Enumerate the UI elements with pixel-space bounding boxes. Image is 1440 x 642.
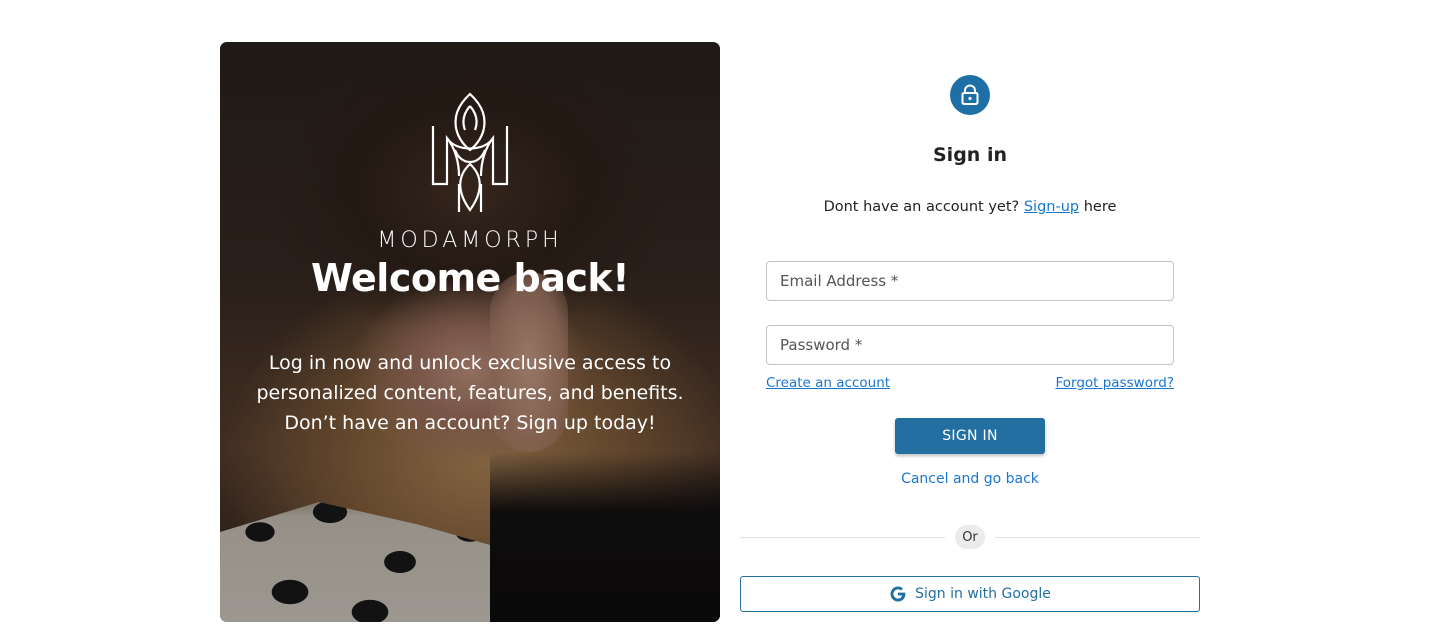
hero-panel: MODAMORPH Welcome back! Log in now and u…: [220, 42, 720, 622]
modamorph-logo-icon: [431, 92, 509, 212]
form-title: Sign in: [933, 144, 1007, 166]
signup-link[interactable]: Sign-up: [1024, 199, 1079, 215]
google-sign-in-button[interactable]: Sign in with Google: [740, 576, 1200, 612]
email-placeholder: Email Address *: [780, 272, 899, 290]
signup-prompt-suffix: here: [1083, 199, 1117, 215]
sign-in-form: Sign in Dont have an account yet? Sign-u…: [740, 42, 1200, 622]
signup-prompt: Dont have an account yet? Sign-up here: [740, 199, 1200, 215]
divider-left: [740, 537, 945, 538]
divider-right: [995, 537, 1200, 538]
brand-wordmark: MODAMORPH: [377, 228, 563, 253]
google-icon: [890, 586, 906, 602]
password-field[interactable]: Password *: [766, 325, 1174, 365]
signup-prompt-prefix: Dont have an account yet?: [823, 199, 1020, 215]
create-account-link[interactable]: Create an account: [766, 375, 890, 391]
email-field[interactable]: Email Address *: [766, 261, 1174, 301]
google-button-label: Sign in with Google: [915, 586, 1051, 602]
hero-headline: Welcome back!: [310, 256, 630, 300]
lock-icon: [961, 84, 979, 105]
hero-description: Log in now and unlock exclusive access t…: [256, 352, 684, 434]
sign-in-button[interactable]: SIGN IN: [895, 418, 1045, 454]
forgot-password-link[interactable]: Forgot password?: [1055, 375, 1174, 391]
brand-logo: MODAMORPH: [220, 92, 720, 253]
cancel-link[interactable]: Cancel and go back: [740, 471, 1200, 487]
or-divider: Or: [955, 525, 985, 549]
lock-badge: [950, 75, 990, 115]
password-placeholder: Password *: [780, 336, 863, 354]
